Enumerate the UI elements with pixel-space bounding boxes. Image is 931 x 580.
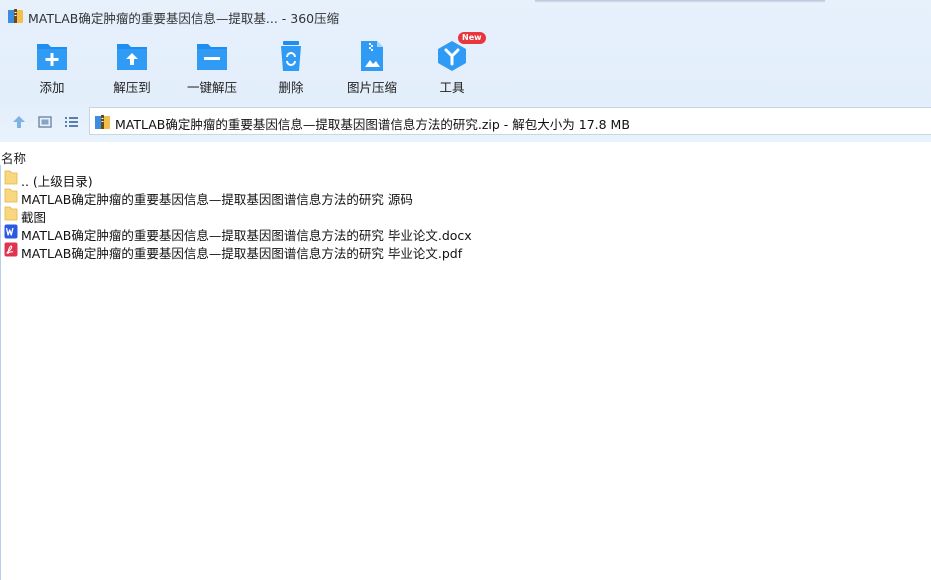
archive-app-icon (8, 9, 23, 23)
address-path: MATLAB确定肿瘤的重要基因信息—提取基因图谱信息方法的研究.zip - 解包… (115, 117, 630, 132)
title-bar: MATLAB确定肿瘤的重要基因信息—提取基... - 360压缩 (0, 0, 931, 32)
add-icon (37, 44, 67, 70)
word-document-icon (4, 224, 18, 239)
window-chrome: MATLAB确定肿瘤的重要基因信息—提取基... - 360压缩 添加 解压到 … (0, 0, 931, 142)
list-item[interactable]: MATLAB确定肿瘤的重要基因信息—提取基因图谱信息方法的研究 毕业论文.pdf (0, 241, 931, 261)
one-click-extract-button[interactable]: 一键解压 (177, 40, 247, 98)
one-click-extract-icon (197, 44, 227, 70)
up-arrow-icon[interactable] (11, 114, 27, 130)
image-compress-button[interactable]: 图片压缩 (337, 40, 407, 98)
title-shadow-decoration (535, 0, 825, 3)
list-item[interactable]: MATLAB确定肿瘤的重要基因信息—提取基因图谱信息方法的研究 毕业论文.doc… (0, 223, 931, 243)
extract-to-button[interactable]: 解压到 (97, 40, 167, 98)
new-badge: New (458, 32, 486, 44)
extract-to-label: 解压到 (113, 80, 151, 95)
folder-icon (4, 188, 18, 203)
delete-button[interactable]: 删除 (256, 40, 326, 98)
delete-label: 删除 (278, 80, 304, 95)
tools-icon (438, 41, 466, 71)
one-click-extract-label: 一键解压 (186, 80, 237, 95)
delete-icon (281, 41, 301, 71)
thumbnail-view-icon[interactable] (37, 114, 53, 130)
list-item[interactable]: MATLAB确定肿瘤的重要基因信息—提取基因图谱信息方法的研究 源码 (0, 187, 931, 207)
folder-icon (4, 206, 18, 221)
pdf-document-icon (4, 242, 18, 257)
tools-label: 工具 (439, 80, 465, 95)
tools-button[interactable]: New 工具 (417, 32, 487, 98)
extract-to-icon (117, 44, 147, 70)
window-title: MATLAB确定肿瘤的重要基因信息—提取基... - 360压缩 (28, 11, 340, 26)
add-label: 添加 (39, 80, 65, 95)
column-header-name[interactable]: 名称 (1, 148, 26, 167)
list-item[interactable]: 截图 (0, 205, 931, 225)
column-header-row: 名称 (0, 147, 931, 167)
file-name: MATLAB确定肿瘤的重要基因信息—提取基因图谱信息方法的研究 毕业论文.pdf (21, 246, 463, 261)
folder-icon (4, 170, 18, 185)
image-compress-label: 图片压缩 (346, 80, 397, 95)
list-item[interactable]: .. (上级目录) (0, 169, 931, 189)
image-compress-icon (361, 41, 383, 71)
list-view-icon[interactable] (63, 114, 79, 130)
address-bar[interactable]: MATLAB确定肿瘤的重要基因信息—提取基因图谱信息方法的研究.zip - 解包… (89, 107, 931, 135)
add-button[interactable]: 添加 (17, 40, 87, 98)
archive-file-icon (95, 115, 110, 129)
file-list: .. (上级目录) MATLAB确定肿瘤的重要基因信息—提取基因图谱信息方法的研… (0, 169, 931, 261)
